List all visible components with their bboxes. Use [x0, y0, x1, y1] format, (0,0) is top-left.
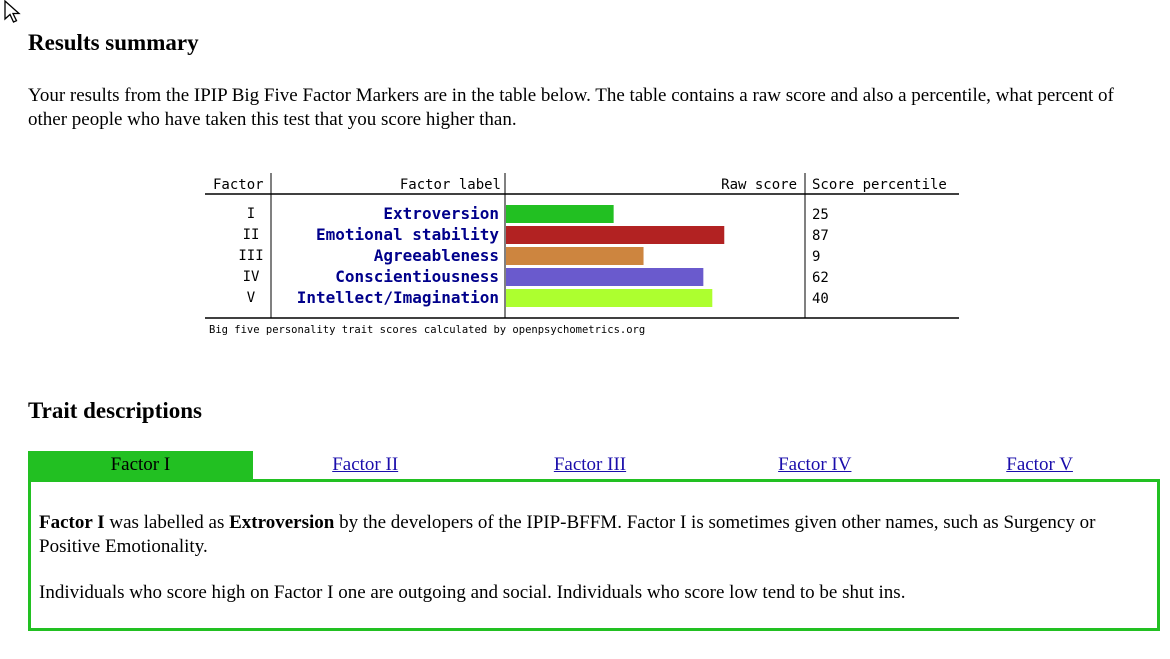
factor-name: Factor I	[39, 512, 105, 533]
factor-numeral: V	[247, 290, 256, 306]
results-summary-heading: Results summary	[28, 30, 199, 55]
trait-interpretation-paragraph: Individuals who score high on Factor I o…	[39, 582, 906, 603]
percentile-value: 25	[812, 207, 829, 223]
header-factor: Factor	[213, 177, 264, 193]
raw-score-bar	[506, 289, 713, 307]
percentile-value: 62	[812, 270, 829, 286]
header-score-percentile: Score percentile	[812, 177, 947, 193]
trait-description-paragraph: Factor I was labelled as Extroversion by…	[39, 511, 1139, 559]
mouse-cursor-icon	[4, 0, 21, 23]
trait-descriptions-heading: Trait descriptions	[28, 398, 202, 423]
results-intro-text: Your results from the IPIP Big Five Fact…	[28, 85, 1114, 130]
tab-factor-ii[interactable]: Factor II	[253, 451, 478, 479]
percentile-value: 40	[812, 291, 829, 307]
factor-numeral: II	[243, 227, 260, 243]
chart-footer: Big five personality trait scores calcul…	[209, 324, 645, 336]
raw-score-bar	[506, 205, 614, 223]
raw-score-bar	[506, 268, 704, 286]
header-raw-score: Raw score	[721, 177, 797, 193]
tab-factor-i[interactable]: Factor I	[28, 451, 253, 479]
factor-label: Agreeableness	[374, 246, 499, 265]
description-text: was labelled as	[104, 512, 230, 533]
factor-numeral: III	[238, 248, 263, 264]
header-factor-label: Factor label	[400, 177, 501, 193]
trait-description-panel: Factor I was labelled as Extroversion by…	[28, 479, 1160, 631]
percentile-value: 9	[812, 249, 820, 265]
factor-label: Conscientiousness	[335, 267, 499, 286]
percentile-value: 87	[812, 228, 829, 244]
factor-label: Intellect/Imagination	[297, 288, 499, 307]
tab-factor-iv[interactable]: Factor IV	[702, 451, 927, 479]
factor-label: Extroversion	[229, 512, 335, 533]
big-five-chart: Factor Factor label Raw score Score percent…	[205, 173, 959, 336]
tab-factor-v[interactable]: Factor V	[927, 451, 1152, 479]
factor-numeral: I	[247, 206, 255, 222]
factor-tabs: Factor I Factor II Factor III Factor IV …	[28, 451, 1152, 479]
raw-score-bar	[506, 247, 644, 265]
factor-numeral: IV	[243, 269, 260, 285]
factor-label: Extroversion	[383, 204, 499, 223]
tab-factor-iii[interactable]: Factor III	[478, 451, 703, 479]
raw-score-bar	[506, 226, 725, 244]
factor-label: Emotional stability	[316, 225, 499, 244]
